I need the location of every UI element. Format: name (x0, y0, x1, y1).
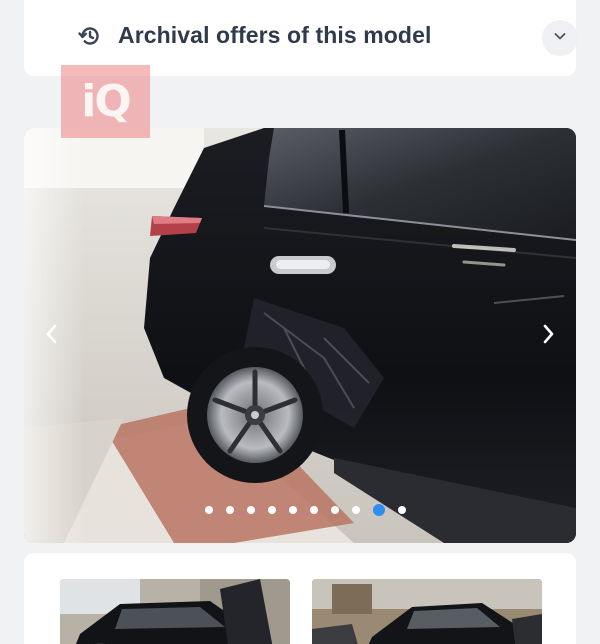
thumbnail-2[interactable] (312, 579, 542, 644)
thumbnail-2-image (312, 579, 542, 644)
pagination-dot[interactable] (330, 506, 339, 514)
car-photo (24, 128, 576, 543)
chevron-down-icon (552, 28, 568, 49)
thumbnails-strip (24, 553, 576, 644)
pagination-dot[interactable] (309, 506, 318, 514)
watermark-logo: iQ (61, 65, 150, 138)
pagination-dot[interactable] (225, 506, 234, 514)
pagination-dot[interactable] (204, 506, 213, 514)
expand-toggle-button[interactable] (542, 20, 578, 56)
pagination-dot[interactable] (351, 506, 360, 514)
thumbnail-1[interactable] (60, 579, 290, 644)
section-title: Archival offers of this model (118, 22, 432, 48)
pagination-dot[interactable] (267, 506, 276, 514)
gallery-pagination (24, 504, 576, 516)
watermark-text: iQ (81, 76, 131, 127)
pagination-dot[interactable] (288, 506, 297, 514)
pagination-dot[interactable] (397, 506, 406, 514)
chevron-left-icon (42, 322, 62, 351)
pagination-dot-active[interactable] (372, 504, 385, 516)
thumbnail-1-image (60, 579, 290, 644)
photo-gallery[interactable] (24, 128, 576, 543)
pagination-dot[interactable] (246, 506, 255, 514)
next-photo-button[interactable] (530, 318, 566, 354)
previous-photo-button[interactable] (34, 318, 70, 354)
chevron-right-icon (538, 322, 558, 351)
history-icon (78, 24, 102, 48)
